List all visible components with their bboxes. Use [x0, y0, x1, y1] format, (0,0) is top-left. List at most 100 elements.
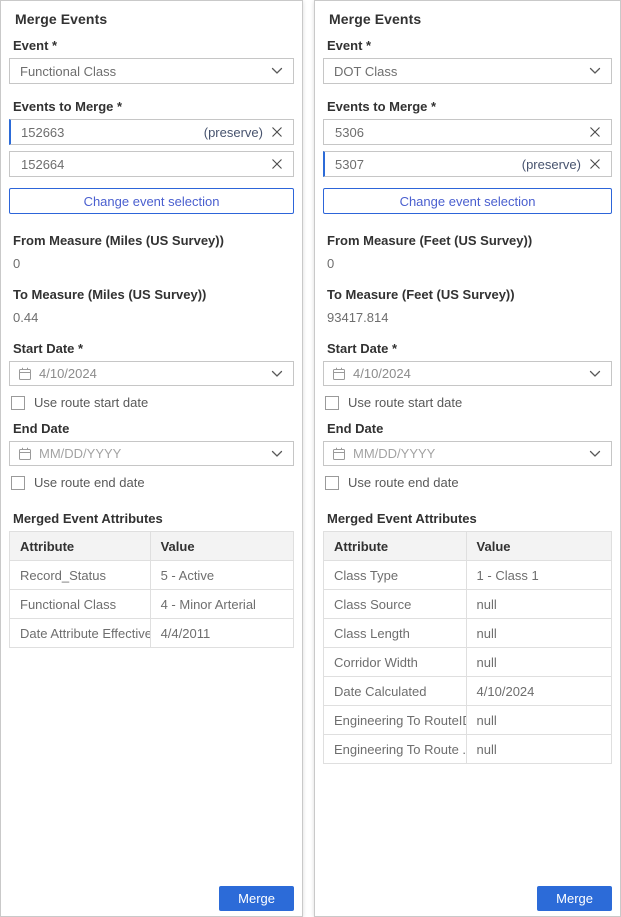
chevron-down-icon: [589, 370, 601, 378]
change-event-selection-button[interactable]: Change event selection: [9, 188, 294, 214]
use-route-start-date-row: Use route start date: [325, 395, 612, 410]
use-route-start-date-label: Use route start date: [34, 395, 148, 410]
use-route-end-date-checkbox[interactable]: [11, 476, 25, 490]
event-id-value: 5306: [335, 125, 581, 140]
close-icon[interactable]: [270, 157, 284, 171]
chevron-down-icon: [589, 67, 601, 75]
page-title: Merge Events: [15, 11, 294, 27]
chevron-down-icon: [271, 370, 283, 378]
close-icon[interactable]: [588, 157, 602, 171]
start-date-picker[interactable]: 4/10/2024: [9, 361, 294, 386]
event-id-input[interactable]: 5306: [323, 119, 612, 145]
start-date-label: Start Date *: [13, 341, 294, 356]
panel-footer: Merge: [9, 886, 294, 912]
end-date-picker[interactable]: MM/DD/YYYY: [9, 441, 294, 466]
attribute-cell: Class Type: [324, 561, 467, 590]
use-route-start-date-checkbox[interactable]: [325, 396, 339, 410]
value-cell: 4/4/2011: [150, 619, 293, 648]
value-cell: 1 - Class 1: [466, 561, 611, 590]
start-date-picker[interactable]: 4/10/2024: [323, 361, 612, 386]
to-measure-value: 93417.814: [327, 310, 612, 325]
chevron-down-icon: [271, 450, 283, 458]
preserve-tag: (preserve): [204, 125, 263, 140]
start-date-value: 4/10/2024: [353, 366, 582, 381]
start-date-value: 4/10/2024: [39, 366, 264, 381]
table-row: Class Source null: [324, 590, 612, 619]
value-cell: null: [466, 590, 611, 619]
table-row: Date Attribute Effective 4/4/2011: [10, 619, 294, 648]
use-route-end-date-checkbox[interactable]: [325, 476, 339, 490]
use-route-start-date-checkbox[interactable]: [11, 396, 25, 410]
preserve-tag: (preserve): [522, 157, 581, 172]
column-header-value: Value: [466, 532, 611, 561]
use-route-end-date-label: Use route end date: [348, 475, 459, 490]
event-select[interactable]: DOT Class: [323, 58, 612, 84]
value-cell: null: [466, 706, 611, 735]
table-row: Corridor Width null: [324, 648, 612, 677]
table-row: Class Length null: [324, 619, 612, 648]
use-route-end-date-label: Use route end date: [34, 475, 145, 490]
table-row: Functional Class 4 - Minor Arterial: [10, 590, 294, 619]
column-header-attribute: Attribute: [10, 532, 151, 561]
event-label: Event *: [327, 38, 612, 53]
attribute-cell: Date Attribute Effective: [10, 619, 151, 648]
event-id-value: 152663: [21, 125, 204, 140]
use-route-end-date-row: Use route end date: [11, 475, 294, 490]
panel-footer: Merge: [323, 886, 612, 912]
event-id-input[interactable]: 5307 (preserve): [323, 151, 612, 177]
use-route-start-date-row: Use route start date: [11, 395, 294, 410]
event-id-value: 5307: [335, 157, 522, 172]
value-cell: 4 - Minor Arterial: [150, 590, 293, 619]
merged-attributes-label: Merged Event Attributes: [327, 511, 612, 526]
merge-events-panel-right: Merge Events Event * DOT Class Events to…: [314, 0, 621, 917]
events-to-merge-label: Events to Merge *: [13, 99, 294, 114]
from-measure-value: 0: [13, 256, 294, 271]
table-row: Record_Status 5 - Active: [10, 561, 294, 590]
column-header-attribute: Attribute: [324, 532, 467, 561]
merged-attributes-table: Attribute Value Class Type 1 - Class 1 C…: [323, 531, 612, 764]
value-cell: 4/10/2024: [466, 677, 611, 706]
change-event-selection-button[interactable]: Change event selection: [323, 188, 612, 214]
merge-events-panel-left: Merge Events Event * Functional Class Ev…: [0, 0, 303, 917]
event-id-value: 152664: [21, 157, 263, 172]
event-id-input[interactable]: 152663 (preserve): [9, 119, 294, 145]
attribute-cell: Class Length: [324, 619, 467, 648]
close-icon[interactable]: [270, 125, 284, 139]
end-date-label: End Date: [327, 421, 612, 436]
table-header-row: Attribute Value: [10, 532, 294, 561]
attribute-cell: Functional Class: [10, 590, 151, 619]
to-measure-value: 0.44: [13, 310, 294, 325]
table-row: Date Calculated 4/10/2024: [324, 677, 612, 706]
event-select[interactable]: Functional Class: [9, 58, 294, 84]
merge-button[interactable]: Merge: [537, 886, 612, 911]
calendar-icon: [18, 367, 32, 381]
table-row: Engineering To Route ... null: [324, 735, 612, 764]
page-title: Merge Events: [329, 11, 612, 27]
value-cell: 5 - Active: [150, 561, 293, 590]
end-date-picker[interactable]: MM/DD/YYYY: [323, 441, 612, 466]
value-cell: null: [466, 648, 611, 677]
end-date-label: End Date: [13, 421, 294, 436]
use-route-start-date-label: Use route start date: [348, 395, 462, 410]
attribute-cell: Corridor Width: [324, 648, 467, 677]
attribute-cell: Date Calculated: [324, 677, 467, 706]
event-select-value: Functional Class: [20, 64, 271, 79]
from-measure-value: 0: [327, 256, 612, 271]
attribute-cell: Engineering To RouteID: [324, 706, 467, 735]
column-header-value: Value: [150, 532, 293, 561]
event-id-input[interactable]: 152664: [9, 151, 294, 177]
calendar-icon: [332, 447, 346, 461]
merge-button[interactable]: Merge: [219, 886, 294, 911]
table-row: Engineering To RouteID null: [324, 706, 612, 735]
calendar-icon: [18, 447, 32, 461]
to-measure-label: To Measure (Miles (US Survey)): [13, 287, 294, 302]
value-cell: null: [466, 735, 611, 764]
close-icon[interactable]: [588, 125, 602, 139]
to-measure-label: To Measure (Feet (US Survey)): [327, 287, 612, 302]
from-measure-label: From Measure (Feet (US Survey)): [327, 233, 612, 248]
attribute-cell: Engineering To Route ...: [324, 735, 467, 764]
from-measure-label: From Measure (Miles (US Survey)): [13, 233, 294, 248]
merged-attributes-table: Attribute Value Record_Status 5 - Active…: [9, 531, 294, 648]
events-to-merge-label: Events to Merge *: [327, 99, 612, 114]
end-date-placeholder: MM/DD/YYYY: [353, 446, 582, 461]
